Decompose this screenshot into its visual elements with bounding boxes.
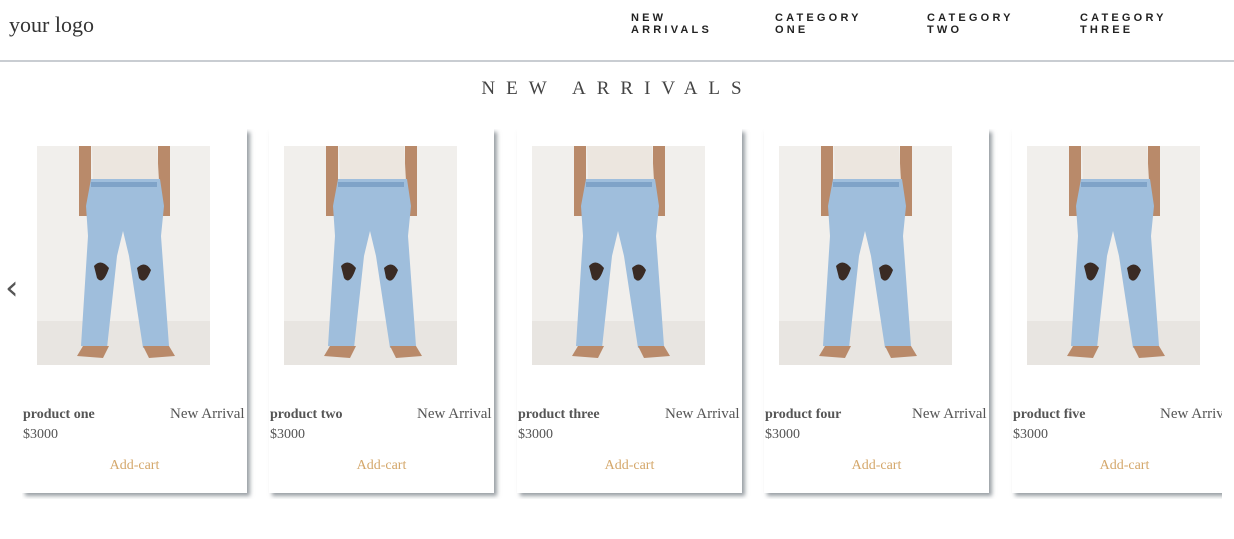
product-image[interactable] [779, 146, 952, 365]
section-title: NEW ARRIVALS [481, 78, 753, 99]
nav-category-three[interactable]: CATEGORY THREE [1080, 12, 1167, 36]
carousel-prev-icon[interactable]: ‹ [5, 270, 19, 306]
nav-label-line2: TWO [927, 24, 963, 36]
product-card[interactable]: product three New Arrival $3000 Add-cart [517, 129, 742, 493]
product-price: $3000 [518, 427, 553, 442]
product-name[interactable]: product three [518, 407, 600, 423]
nav-category-one[interactable]: CATEGORY ONE [775, 12, 862, 36]
nav-label-line1: NEW [631, 12, 667, 24]
nav-label-line1: CATEGORY [775, 12, 862, 24]
product-image[interactable] [37, 146, 210, 365]
add-cart-button[interactable]: Add-cart [1012, 458, 1222, 474]
product-carousel: product one New Arrival $3000 Add-cart p… [22, 129, 1222, 499]
product-image[interactable] [1027, 146, 1200, 365]
product-price: $3000 [765, 427, 800, 442]
nav-label-line2: THREE [1080, 24, 1134, 36]
product-card[interactable]: product one New Arrival $3000 Add-cart [22, 129, 247, 493]
add-cart-button[interactable]: Add-cart [517, 458, 742, 474]
nav-label-line2: ONE [775, 24, 809, 36]
add-cart-button[interactable]: Add-cart [22, 458, 247, 474]
nav-category-two[interactable]: CATEGORY TWO [927, 12, 1014, 36]
nav-label-line1: CATEGORY [1080, 12, 1167, 24]
site-header: your logo NEW ARRIVALS CATEGORY ONE CATE… [0, 0, 1234, 62]
product-name[interactable]: product two [270, 407, 342, 423]
product-card[interactable]: product two New Arrival $3000 Add-cart [269, 129, 494, 493]
product-image[interactable] [532, 146, 705, 365]
product-price: $3000 [1013, 427, 1048, 442]
product-card[interactable]: product four New Arrival $3000 Add-cart [764, 129, 989, 493]
product-price: $3000 [23, 427, 58, 442]
product-name[interactable]: product one [23, 407, 95, 423]
new-arrival-badge: New Arrival [912, 406, 987, 422]
product-name[interactable]: product four [765, 407, 841, 423]
nav-label-line2: ARRIVALS [631, 24, 713, 36]
product-price: $3000 [270, 427, 305, 442]
new-arrival-badge: New Arrival [1160, 406, 1222, 422]
add-cart-button[interactable]: Add-cart [764, 458, 989, 474]
product-name[interactable]: product five [1013, 407, 1085, 423]
new-arrival-badge: New Arrival [170, 406, 245, 422]
nav-label-line1: CATEGORY [927, 12, 1014, 24]
logo[interactable]: your logo [9, 12, 94, 38]
new-arrival-badge: New Arrival [417, 406, 492, 422]
product-image[interactable] [284, 146, 457, 365]
add-cart-button[interactable]: Add-cart [269, 458, 494, 474]
new-arrival-badge: New Arrival [665, 406, 740, 422]
nav-new-arrivals[interactable]: NEW ARRIVALS [631, 12, 712, 36]
product-card[interactable]: product five New Arrival $3000 Add-cart [1012, 129, 1222, 493]
